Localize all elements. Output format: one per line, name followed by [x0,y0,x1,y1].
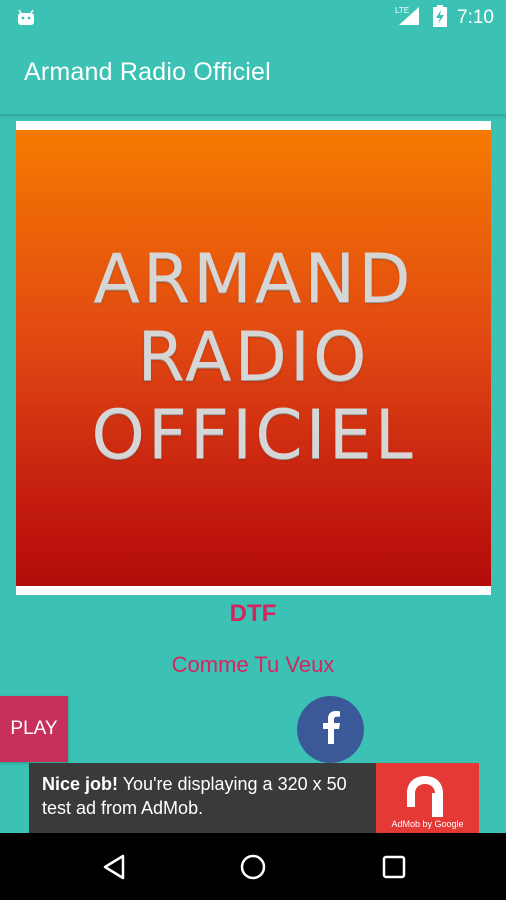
battery-charging-icon [433,4,448,32]
home-icon [240,854,266,880]
recents-button[interactable] [378,851,410,883]
admob-caption: AdMob by Google [391,819,464,829]
back-button[interactable] [98,851,130,883]
nav-bar [0,833,506,900]
cover-line-1: ARMAND [93,240,414,319]
clock: 7:10 [457,7,494,28]
cover-line-3: OFFICIEL [91,396,416,475]
android-icon [16,8,36,33]
facebook-icon [319,710,343,749]
cover-line-2: RADIO [137,318,370,397]
cover-frame: ARMAND RADIO OFFICIEL [16,121,491,595]
app-title: Armand Radio Officiel [24,58,271,86]
track-title: Comme Tu Veux [171,652,335,677]
facebook-button[interactable] [297,696,364,763]
play-button[interactable]: PLAY [0,696,68,762]
track-artist: DTF [229,600,277,627]
ad-headline: Nice job! [42,774,119,794]
app-bar: Armand Radio Officiel [0,36,506,114]
svg-text:LTE: LTE [395,6,409,15]
status-bar: LTE 7:10 [0,0,506,36]
cover-art: ARMAND RADIO OFFICIEL [16,130,491,586]
home-button[interactable] [237,851,269,883]
back-icon [103,854,125,880]
ad-text: Nice job! You're displaying a 320 x 50 t… [42,772,372,820]
lte-signal-icon: LTE [395,5,423,32]
admob-logo[interactable]: AdMob by Google [376,763,479,833]
ad-banner[interactable]: Nice job! You're displaying a 320 x 50 t… [29,763,479,833]
recents-icon [382,855,406,879]
